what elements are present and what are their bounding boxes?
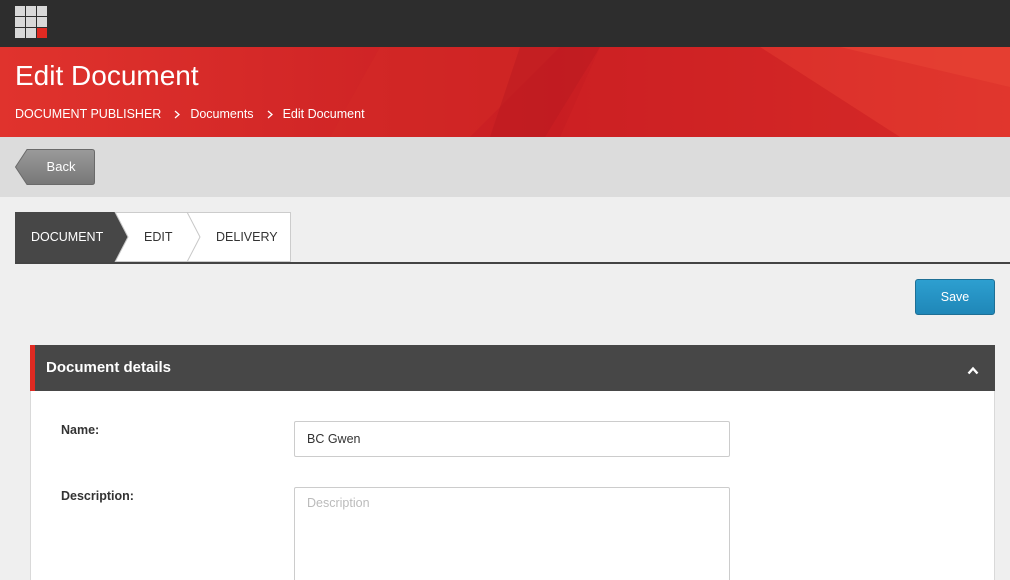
breadcrumb: DOCUMENT PUBLISHER Documents Edit Docume… <box>15 107 365 121</box>
document-details-header[interactable]: Document details <box>30 345 995 391</box>
page-title: Edit Document <box>15 60 199 91</box>
steps-divider <box>15 262 1010 264</box>
chevron-right-icon <box>174 110 181 119</box>
step-document[interactable]: DOCUMENT <box>31 212 103 262</box>
name-label: Name: <box>61 423 100 437</box>
app-grid-icon[interactable] <box>15 6 47 38</box>
description-field[interactable] <box>294 487 730 580</box>
action-bar: Back <box>0 137 1010 197</box>
top-bar <box>0 0 1010 47</box>
panel-title: Document details <box>46 359 172 376</box>
name-field[interactable] <box>294 421 730 457</box>
description-label: Description: <box>61 489 134 503</box>
step-delivery[interactable]: DELIVERY <box>216 212 278 262</box>
chevron-up-icon[interactable] <box>967 362 979 380</box>
breadcrumb-documents[interactable]: Documents <box>190 107 253 121</box>
chevron-right-icon <box>267 110 273 119</box>
save-button[interactable]: Save <box>915 279 995 315</box>
back-button[interactable]: Back <box>15 149 95 185</box>
step-edit[interactable]: EDIT <box>144 212 172 262</box>
breadcrumb-document-publisher[interactable]: DOCUMENT PUBLISHER <box>15 107 161 121</box>
page-header: Edit Document DOCUMENT PUBLISHER Documen… <box>0 47 1010 137</box>
breadcrumb-edit-document: Edit Document <box>282 107 365 121</box>
step-tabs: DOCUMENT EDIT DELIVERY <box>15 212 291 262</box>
back-button-label: Back <box>46 159 76 174</box>
